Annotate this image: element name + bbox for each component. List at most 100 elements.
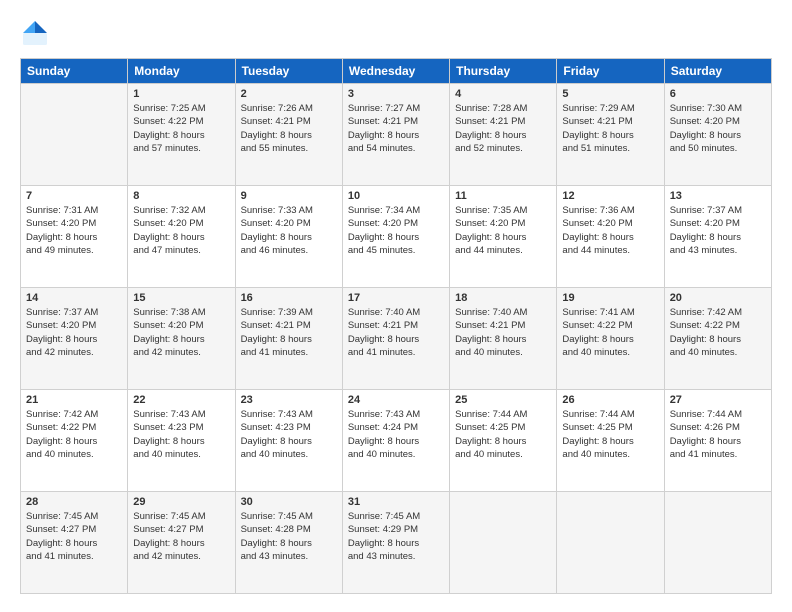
day-number: 1 [133, 88, 229, 100]
calendar-cell: 21 Sunrise: 7:42 AMSunset: 4:22 PMDayligh… [21, 390, 128, 492]
day-info: Sunrise: 7:44 AMSunset: 4:25 PMDaylight:… [455, 408, 551, 461]
day-number: 13 [670, 190, 766, 202]
day-number: 19 [562, 292, 658, 304]
calendar-body: 1 Sunrise: 7:25 AMSunset: 4:22 PMDaylight… [21, 84, 772, 594]
day-number: 17 [348, 292, 444, 304]
calendar-cell: 6 Sunrise: 7:30 AMSunset: 4:20 PMDaylight… [664, 84, 771, 186]
day-number: 24 [348, 394, 444, 406]
calendar-cell: 28 Sunrise: 7:45 AMSunset: 4:27 PMDayligh… [21, 492, 128, 594]
day-number: 8 [133, 190, 229, 202]
day-number: 11 [455, 190, 551, 202]
day-info: Sunrise: 7:45 AMSunset: 4:27 PMDaylight:… [26, 510, 122, 563]
day-number: 25 [455, 394, 551, 406]
calendar-week-row: 28 Sunrise: 7:45 AMSunset: 4:27 PMDayligh… [21, 492, 772, 594]
day-number: 5 [562, 88, 658, 100]
calendar-cell: 18Sunrise: 7:40 AMSunset: 4:21 PMDayligh… [450, 288, 557, 390]
calendar-cell: 19 Sunrise: 7:41 AMSunset: 4:22 PMDayligh… [557, 288, 664, 390]
day-number: 14 [26, 292, 122, 304]
day-info: Sunrise: 7:43 AMSunset: 4:23 PMDaylight:… [241, 408, 337, 461]
day-number: 4 [455, 88, 551, 100]
weekday-header: Saturday [664, 59, 771, 84]
calendar-cell: 20 Sunrise: 7:42 AMSunset: 4:22 PMDayligh… [664, 288, 771, 390]
calendar-cell: 24Sunrise: 7:43 AMSunset: 4:24 PMDayligh… [342, 390, 449, 492]
calendar-cell: 1 Sunrise: 7:25 AMSunset: 4:22 PMDaylight… [128, 84, 235, 186]
day-number: 31 [348, 496, 444, 508]
weekday-header: Wednesday [342, 59, 449, 84]
calendar-week-row: 1 Sunrise: 7:25 AMSunset: 4:22 PMDaylight… [21, 84, 772, 186]
weekday-header: Tuesday [235, 59, 342, 84]
day-info: Sunrise: 7:45 AMSunset: 4:28 PMDaylight:… [241, 510, 337, 563]
day-number: 29 [133, 496, 229, 508]
day-info: Sunrise: 7:37 AMSunset: 4:20 PMDaylight:… [670, 204, 766, 257]
day-info: Sunrise: 7:39 AMSunset: 4:21 PMDaylight:… [241, 306, 337, 359]
day-info: Sunrise: 7:44 AMSunset: 4:25 PMDaylight:… [562, 408, 658, 461]
logo [20, 18, 54, 48]
day-info: Sunrise: 7:32 AMSunset: 4:20 PMDaylight:… [133, 204, 229, 257]
calendar-cell: 31 Sunrise: 7:45 AMSunset: 4:29 PMDayligh… [342, 492, 449, 594]
weekday-header: Friday [557, 59, 664, 84]
day-info: Sunrise: 7:37 AMSunset: 4:20 PMDaylight:… [26, 306, 122, 359]
calendar-cell: 3 Sunrise: 7:27 AMSunset: 4:21 PMDaylight… [342, 84, 449, 186]
calendar-cell: 15 Sunrise: 7:38 AMSunset: 4:20 PMDayligh… [128, 288, 235, 390]
day-number: 30 [241, 496, 337, 508]
calendar-cell [450, 492, 557, 594]
day-number: 12 [562, 190, 658, 202]
day-number: 27 [670, 394, 766, 406]
day-number: 21 [26, 394, 122, 406]
day-info: Sunrise: 7:43 AMSunset: 4:23 PMDaylight:… [133, 408, 229, 461]
calendar-cell: 25 Sunrise: 7:44 AMSunset: 4:25 PMDayligh… [450, 390, 557, 492]
day-info: Sunrise: 7:31 AMSunset: 4:20 PMDaylight:… [26, 204, 122, 257]
day-number: 22 [133, 394, 229, 406]
day-number: 20 [670, 292, 766, 304]
day-number: 23 [241, 394, 337, 406]
calendar-cell [21, 84, 128, 186]
calendar-cell: 11 Sunrise: 7:35 AMSunset: 4:20 PMDayligh… [450, 186, 557, 288]
weekday-header: Monday [128, 59, 235, 84]
day-info: Sunrise: 7:41 AMSunset: 4:22 PMDaylight:… [562, 306, 658, 359]
calendar-cell: 7 Sunrise: 7:31 AMSunset: 4:20 PMDaylight… [21, 186, 128, 288]
calendar-cell: 2Sunrise: 7:26 AMSunset: 4:21 PMDaylight… [235, 84, 342, 186]
day-info: Sunrise: 7:35 AMSunset: 4:20 PMDaylight:… [455, 204, 551, 257]
calendar-cell: 22 Sunrise: 7:43 AMSunset: 4:23 PMDayligh… [128, 390, 235, 492]
day-number: 3 [348, 88, 444, 100]
day-info: Sunrise: 7:25 AMSunset: 4:22 PMDaylight:… [133, 102, 229, 155]
day-number: 9 [241, 190, 337, 202]
calendar-cell: 5Sunrise: 7:29 AMSunset: 4:21 PMDaylight… [557, 84, 664, 186]
calendar-cell: 27 Sunrise: 7:44 AMSunset: 4:26 PMDayligh… [664, 390, 771, 492]
day-info: Sunrise: 7:42 AMSunset: 4:22 PMDaylight:… [670, 306, 766, 359]
calendar-cell [557, 492, 664, 594]
day-number: 7 [26, 190, 122, 202]
page: SundayMondayTuesdayWednesdayThursdayFrid… [0, 0, 792, 612]
calendar-cell: 14 Sunrise: 7:37 AMSunset: 4:20 PMDayligh… [21, 288, 128, 390]
day-info: Sunrise: 7:26 AMSunset: 4:21 PMDaylight:… [241, 102, 337, 155]
day-info: Sunrise: 7:28 AMSunset: 4:21 PMDaylight:… [455, 102, 551, 155]
day-info: Sunrise: 7:27 AMSunset: 4:21 PMDaylight:… [348, 102, 444, 155]
day-number: 26 [562, 394, 658, 406]
day-info: Sunrise: 7:38 AMSunset: 4:20 PMDaylight:… [133, 306, 229, 359]
logo-icon [20, 18, 50, 48]
day-number: 6 [670, 88, 766, 100]
day-info: Sunrise: 7:33 AMSunset: 4:20 PMDaylight:… [241, 204, 337, 257]
day-info: Sunrise: 7:44 AMSunset: 4:26 PMDaylight:… [670, 408, 766, 461]
day-info: Sunrise: 7:30 AMSunset: 4:20 PMDaylight:… [670, 102, 766, 155]
day-number: 16 [241, 292, 337, 304]
day-info: Sunrise: 7:42 AMSunset: 4:22 PMDaylight:… [26, 408, 122, 461]
calendar-cell: 17 Sunrise: 7:40 AMSunset: 4:21 PMDayligh… [342, 288, 449, 390]
day-info: Sunrise: 7:34 AMSunset: 4:20 PMDaylight:… [348, 204, 444, 257]
calendar-cell: 8 Sunrise: 7:32 AMSunset: 4:20 PMDaylight… [128, 186, 235, 288]
calendar-cell [664, 492, 771, 594]
header [20, 18, 772, 48]
calendar-cell: 4 Sunrise: 7:28 AMSunset: 4:21 PMDaylight… [450, 84, 557, 186]
day-info: Sunrise: 7:45 AMSunset: 4:29 PMDaylight:… [348, 510, 444, 563]
day-number: 15 [133, 292, 229, 304]
day-info: Sunrise: 7:40 AMSunset: 4:21 PMDaylight:… [348, 306, 444, 359]
day-number: 18 [455, 292, 551, 304]
calendar-cell: 26 Sunrise: 7:44 AMSunset: 4:25 PMDayligh… [557, 390, 664, 492]
calendar-cell: 16 Sunrise: 7:39 AMSunset: 4:21 PMDayligh… [235, 288, 342, 390]
calendar-week-row: 14 Sunrise: 7:37 AMSunset: 4:20 PMDayligh… [21, 288, 772, 390]
day-number: 28 [26, 496, 122, 508]
calendar-cell: 29 Sunrise: 7:45 AMSunset: 4:27 PMDayligh… [128, 492, 235, 594]
calendar-cell: 12Sunrise: 7:36 AMSunset: 4:20 PMDayligh… [557, 186, 664, 288]
calendar-week-row: 7 Sunrise: 7:31 AMSunset: 4:20 PMDaylight… [21, 186, 772, 288]
day-info: Sunrise: 7:45 AMSunset: 4:27 PMDaylight:… [133, 510, 229, 563]
